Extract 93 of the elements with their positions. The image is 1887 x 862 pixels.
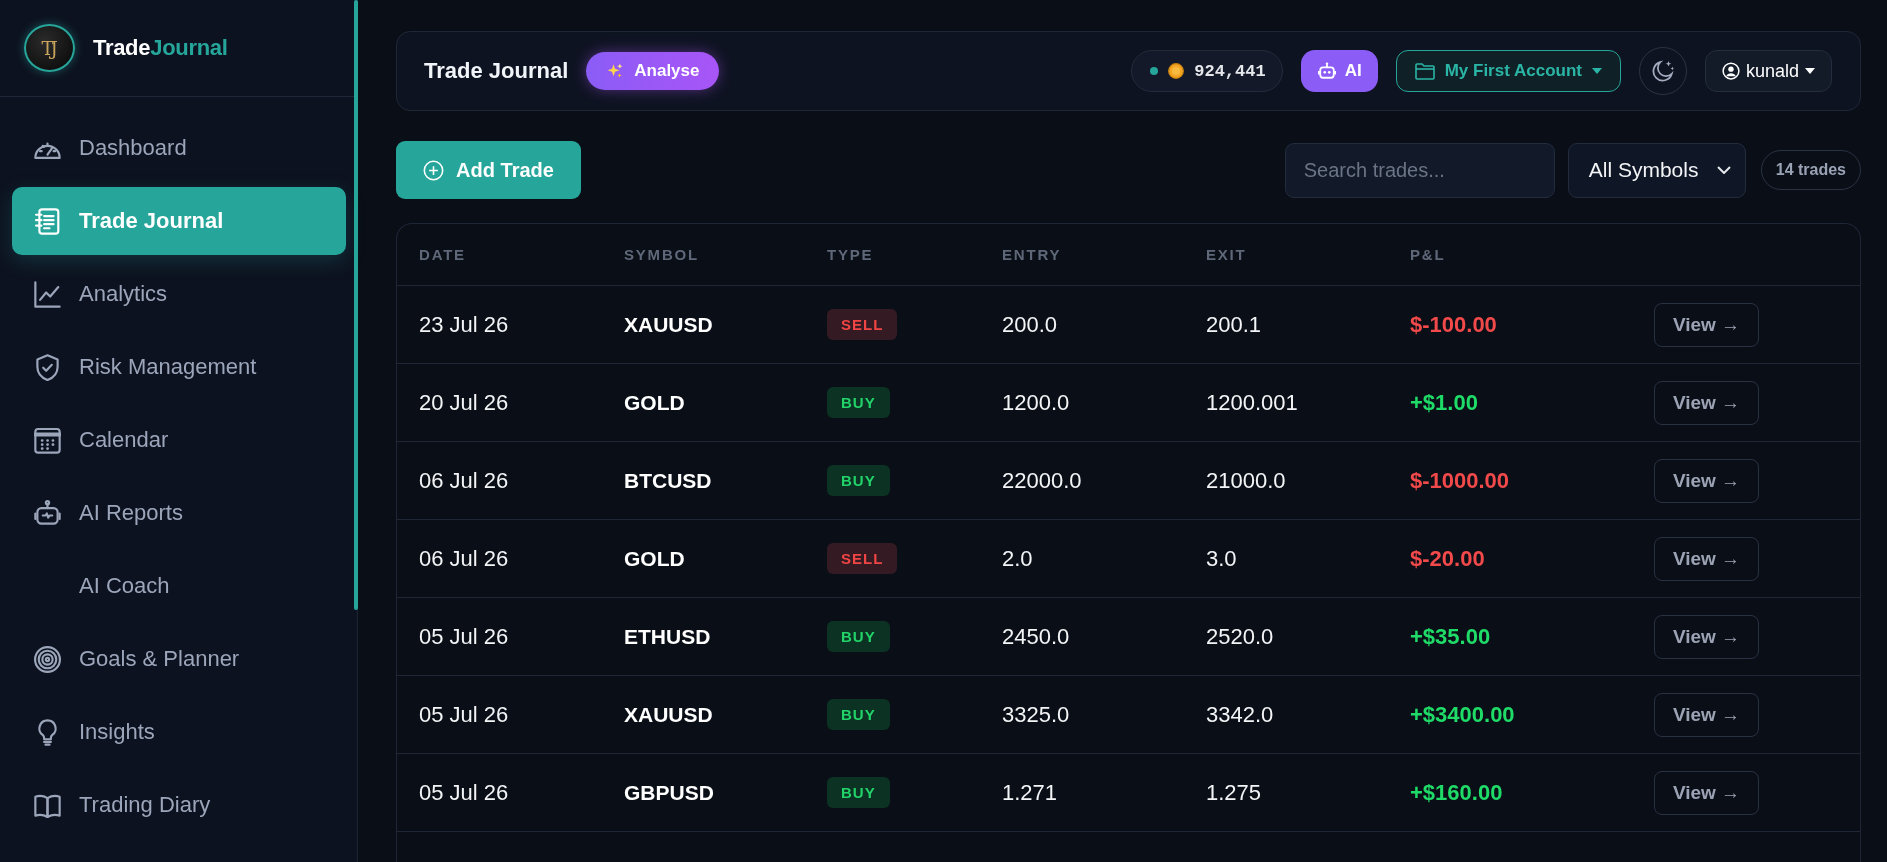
target-icon	[34, 645, 61, 673]
exit-cell: 3342.0	[1206, 701, 1274, 727]
date-cell: 05 Jul 26	[419, 623, 509, 649]
symbol-cell: GOLD	[624, 546, 685, 570]
brand-name: TradeJournal	[93, 35, 228, 61]
view-button[interactable]: View →	[1654, 458, 1759, 503]
column-header: DATE	[419, 245, 466, 263]
pnl-cell: +$3400.00	[1410, 701, 1515, 727]
view-button[interactable]: View →	[1654, 770, 1759, 815]
robot-icon	[1316, 62, 1337, 80]
date-cell: 05 Jul 26	[419, 701, 509, 727]
balance-amount: 924,441	[1194, 61, 1266, 81]
column-header: ENTRY	[1002, 245, 1062, 263]
caret-icon	[1591, 68, 1602, 74]
line-chart-icon	[34, 280, 61, 308]
view-button[interactable]: View →	[1654, 536, 1759, 581]
pnl-cell: $-1000.00	[1410, 467, 1510, 493]
entry-cell: 1200.0	[1002, 389, 1070, 415]
column-header: EXIT	[1206, 245, 1247, 263]
date-cell: 23 Jul 26	[419, 311, 509, 337]
pnl-cell: +$1.00	[1410, 389, 1478, 415]
symbol-cell: GBPUSD	[624, 780, 714, 804]
pnl-cell: $-100.00	[1410, 311, 1497, 337]
nav-item[interactable]: Dashboard	[12, 114, 346, 182]
trade-type-tag: BUY	[827, 699, 890, 730]
nav-item[interactable]: Calendar	[12, 406, 346, 474]
trade-type-tag: BUY	[827, 777, 890, 808]
trade-type-tag: SELL	[827, 309, 898, 340]
column-header: P&L	[1410, 245, 1446, 263]
exit-cell: 1.275	[1206, 779, 1262, 805]
page-title: Trade Journal	[424, 58, 569, 84]
symbol-cell: GOLD	[624, 390, 685, 414]
brand-logo: TJ	[24, 24, 75, 72]
exit-cell: 3.0	[1206, 545, 1237, 571]
column-header: TYPE	[827, 245, 874, 263]
shield-check-icon	[34, 353, 61, 381]
sparkle-icon	[606, 62, 625, 80]
user-menu-button[interactable]: kunald	[1704, 50, 1832, 92]
status-dot-icon	[1150, 67, 1159, 75]
exit-cell: 200.1	[1206, 311, 1262, 337]
account-dropdown[interactable]: My First Account	[1395, 50, 1621, 92]
date-cell: 06 Jul 26	[419, 467, 509, 493]
notebook-icon	[34, 207, 61, 235]
exit-cell: 21000.0	[1206, 467, 1286, 493]
symbol-cell: XAUUSD	[624, 312, 713, 336]
trade-type-tag: BUY	[827, 621, 890, 652]
scrollbar-thumb[interactable]	[354, 0, 358, 610]
nav-item[interactable]: Goals & Planner	[12, 625, 346, 693]
pnl-cell: $-20.00	[1410, 545, 1485, 571]
robot-icon	[34, 499, 61, 527]
symbol-cell: ETHUSD	[624, 624, 711, 648]
nav-item[interactable]: AI Reports	[12, 479, 346, 547]
view-button[interactable]: View →	[1654, 614, 1759, 659]
coin-icon	[1168, 63, 1185, 79]
date-cell: 05 Jul 26	[419, 779, 509, 805]
analyse-button[interactable]: Analyse	[586, 52, 720, 90]
view-button[interactable]: View →	[1654, 302, 1759, 347]
calendar-icon	[34, 426, 61, 454]
symbol-cell: BTCUSD	[624, 468, 712, 492]
date-cell: 06 Jul 26	[419, 545, 509, 571]
theme-toggle-button[interactable]	[1638, 47, 1687, 95]
exit-cell: 2520.0	[1206, 623, 1274, 649]
user-icon	[1721, 62, 1740, 80]
moon-icon	[1651, 60, 1674, 82]
entry-cell: 200.0	[1002, 311, 1058, 337]
column-header: SYMBOL	[624, 245, 699, 263]
nav-item[interactable]: AI Coach	[12, 552, 346, 620]
folder-icon	[1414, 62, 1435, 80]
entry-cell: 22000.0	[1002, 467, 1082, 493]
date-cell: 20 Jul 26	[419, 389, 509, 415]
symbol-filter-select[interactable]: All Symbols	[1567, 142, 1746, 198]
view-button[interactable]: View →	[1654, 692, 1759, 737]
caret-icon	[1805, 68, 1815, 74]
nav-item[interactable]: Risk Management	[12, 333, 346, 401]
nav-item[interactable]: Analytics	[12, 260, 346, 328]
symbol-cell: XAUUSD	[624, 702, 713, 726]
trade-type-tag: SELL	[827, 543, 898, 574]
ai-button[interactable]: AI	[1300, 50, 1378, 92]
pnl-cell: +$35.00	[1410, 623, 1491, 649]
entry-cell: 1.271	[1002, 779, 1058, 805]
pnl-cell: +$160.00	[1410, 779, 1503, 805]
chevron-down-icon	[1716, 166, 1731, 174]
entry-cell: 2450.0	[1002, 623, 1070, 649]
trade-type-tag: BUY	[827, 387, 890, 418]
nav-item[interactable]: Insights	[12, 698, 346, 766]
entry-cell: 3325.0	[1002, 701, 1070, 727]
search-field[interactable]: Search trades...	[1284, 142, 1555, 198]
trade-type-tag: BUY	[827, 465, 890, 496]
nav-item[interactable]: Trading Diary	[12, 771, 346, 839]
entry-cell: 2.0	[1002, 545, 1033, 571]
plus-circle-icon	[423, 159, 445, 181]
exit-cell: 1200.001	[1206, 389, 1298, 415]
view-button[interactable]: View →	[1654, 380, 1759, 425]
